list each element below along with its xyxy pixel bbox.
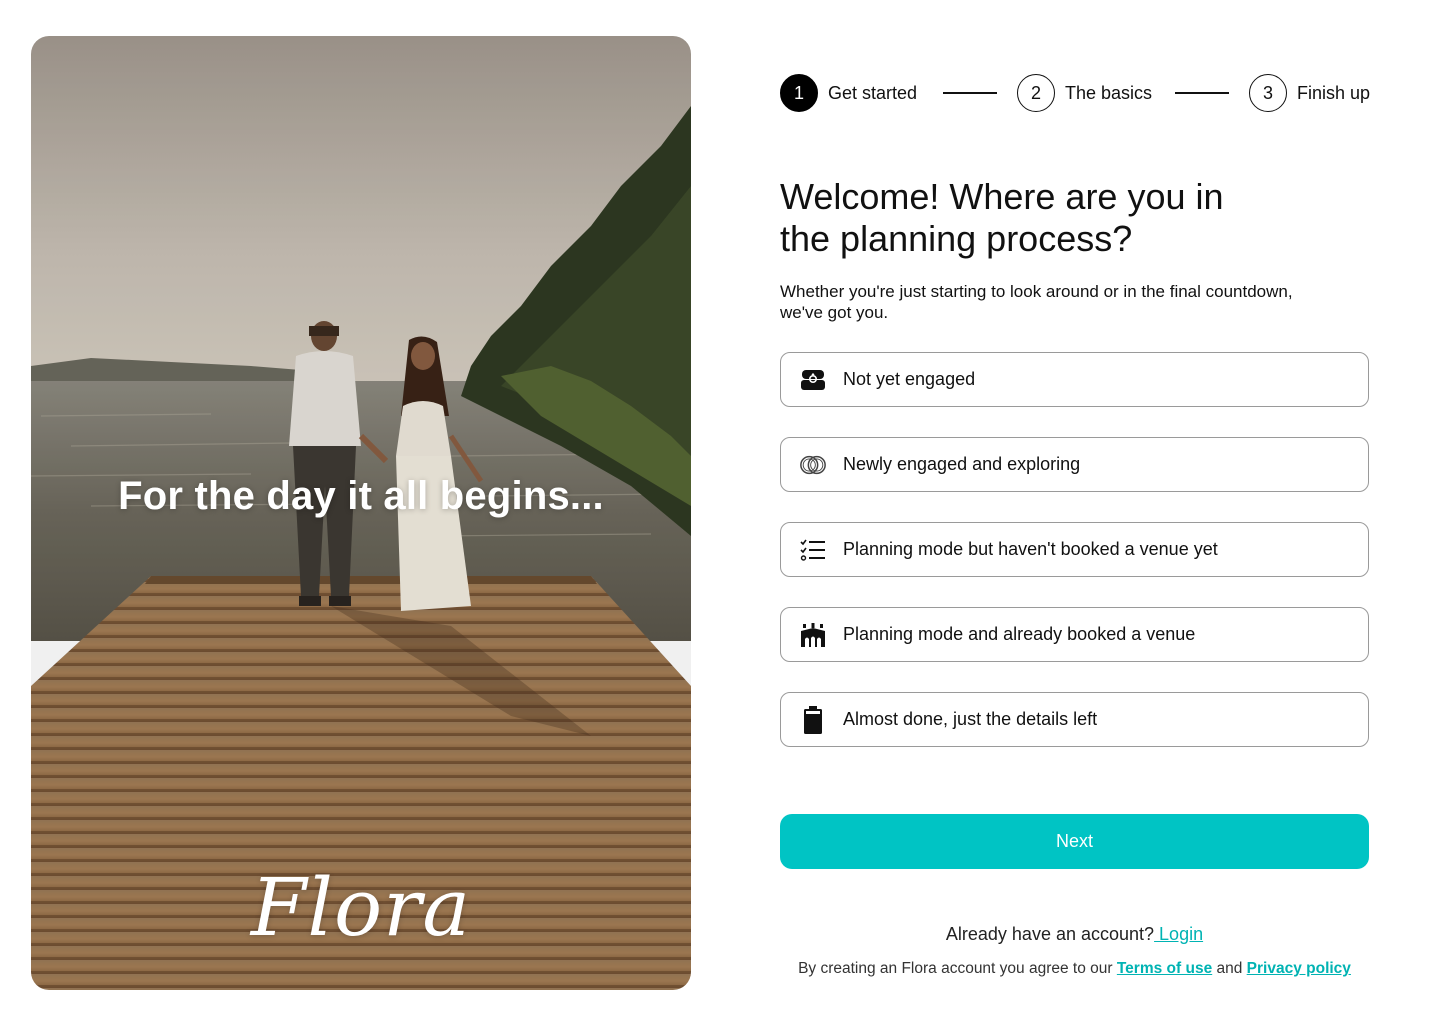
step-finish-up: 3 Finish up bbox=[1249, 73, 1370, 113]
hero-tagline: For the day it all begins... bbox=[118, 474, 604, 518]
page-title-line-1: Welcome! Where are you in bbox=[780, 176, 1224, 217]
option-label: Almost done, just the details left bbox=[843, 709, 1098, 729]
step-the-basics: 2 The basics bbox=[1017, 73, 1152, 113]
option-almost-done[interactable]: Almost done, just the details left bbox=[780, 692, 1369, 747]
option-not-yet-engaged[interactable]: Not yet engaged bbox=[780, 352, 1369, 407]
checklist-icon bbox=[799, 536, 827, 564]
flora-logo: Flora bbox=[250, 861, 472, 954]
page-subtitle-line-1: Whether you're just starting to look aro… bbox=[780, 282, 1293, 301]
login-prompt: Already have an account? Login bbox=[780, 924, 1369, 945]
battery-icon bbox=[799, 705, 827, 734]
step-connector bbox=[943, 92, 997, 94]
page-title-line-2: the planning process? bbox=[780, 218, 1133, 259]
option-planning-venue-booked[interactable]: Planning mode and already booked a venue bbox=[780, 607, 1369, 662]
interlocking-rings-icon bbox=[799, 451, 827, 479]
venue-icon bbox=[799, 621, 827, 649]
step-number-2: 2 bbox=[1017, 74, 1055, 112]
option-label: Not yet engaged bbox=[843, 369, 976, 389]
next-button[interactable]: Next bbox=[780, 814, 1369, 869]
step-label-the-basics: The basics bbox=[1065, 82, 1153, 103]
legal-notice: By creating an Flora account you agree t… bbox=[780, 960, 1369, 978]
option-label: Newly engaged and exploring bbox=[843, 454, 1081, 474]
option-newly-engaged[interactable]: Newly engaged and exploring bbox=[780, 437, 1369, 492]
page-subtitle: Whether you're just starting to look aro… bbox=[780, 281, 1380, 323]
step-get-started: 1 Get started bbox=[780, 73, 917, 113]
privacy-policy-link[interactable]: Privacy policy bbox=[1247, 960, 1351, 977]
step-number-3: 3 bbox=[1249, 74, 1287, 112]
step-label-finish-up: Finish up bbox=[1297, 82, 1371, 103]
progress-stepper: 1 Get started 2 The basics 3 Finish up bbox=[780, 73, 1380, 113]
option-label: Planning mode but haven't booked a venue… bbox=[843, 539, 1218, 559]
option-label: Planning mode and already booked a venue bbox=[843, 624, 1196, 644]
hero-image-panel: For the day it all begins... Flora bbox=[31, 36, 691, 990]
ring-box-icon bbox=[799, 366, 827, 394]
step-label-get-started: Get started bbox=[828, 82, 918, 103]
step-connector bbox=[1175, 92, 1229, 94]
option-planning-no-venue[interactable]: Planning mode but haven't booked a venue… bbox=[780, 522, 1369, 577]
page-title: Welcome! Where are you in the planning p… bbox=[780, 176, 1340, 260]
account-prompt-text: Already have an account? bbox=[945, 924, 1155, 944]
legal-and-text: and bbox=[1212, 960, 1247, 977]
terms-of-use-link[interactable]: Terms of use bbox=[1117, 960, 1212, 977]
page-subtitle-line-2: we've got you. bbox=[780, 303, 889, 322]
step-number-1: 1 bbox=[780, 74, 818, 112]
legal-prefix-text: By creating an Flora account you agree t… bbox=[798, 960, 1117, 977]
login-link[interactable]: Login bbox=[1154, 924, 1203, 944]
